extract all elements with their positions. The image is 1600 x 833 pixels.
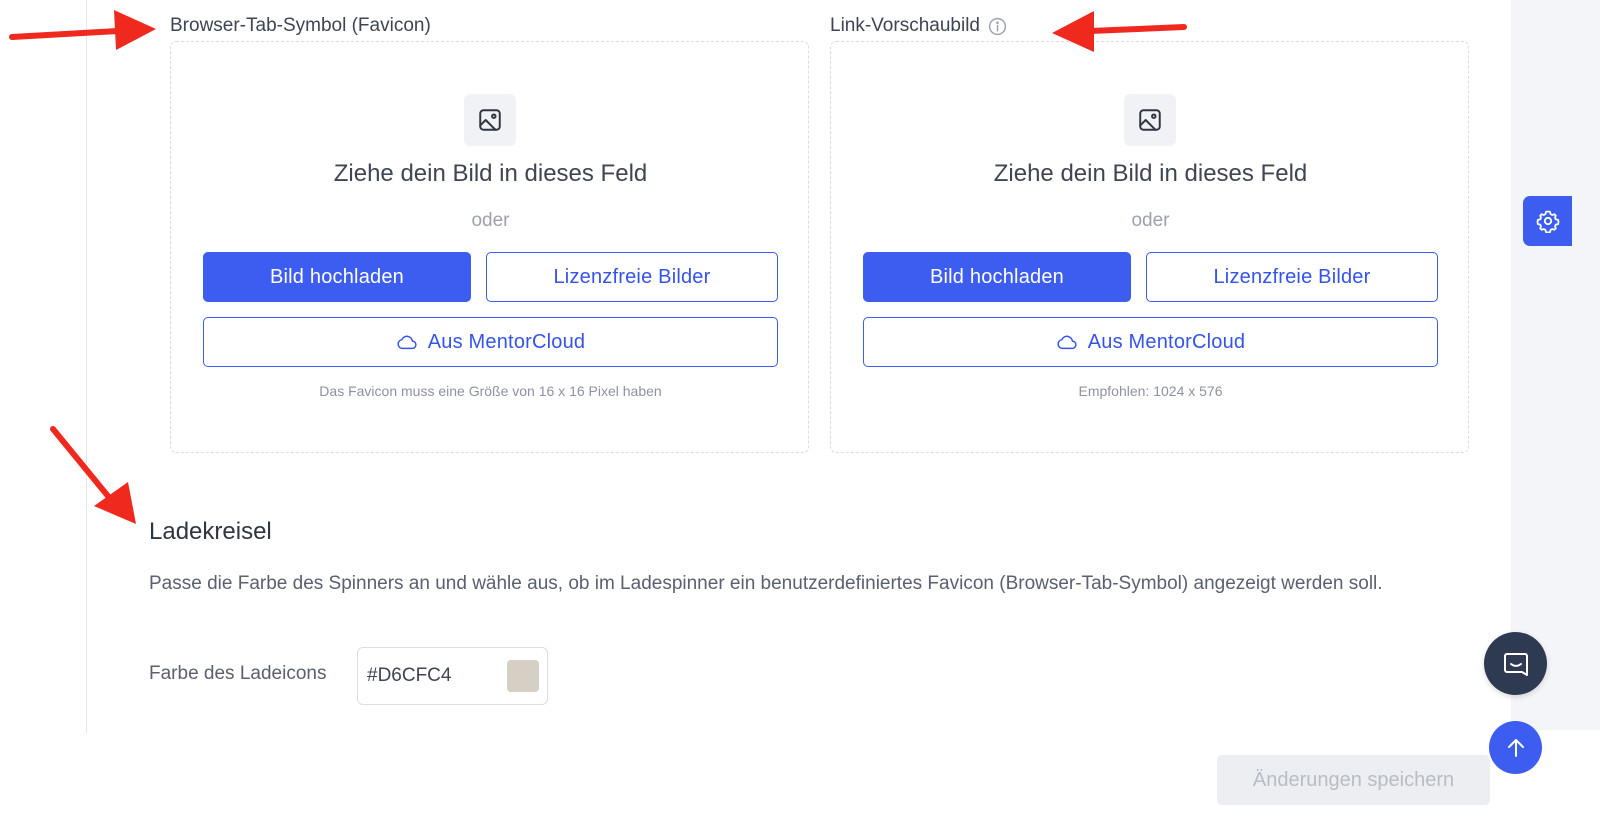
save-changes-button[interactable]: Änderungen speichern bbox=[1217, 755, 1490, 805]
upload-image-button[interactable]: Bild hochladen bbox=[203, 252, 471, 302]
right-side-panel bbox=[1511, 0, 1600, 730]
spinner-section-title: Ladekreisel bbox=[149, 518, 272, 545]
chat-button[interactable] bbox=[1484, 632, 1547, 695]
image-icon bbox=[1124, 94, 1176, 146]
cloud-icon bbox=[397, 335, 417, 350]
info-icon[interactable] bbox=[988, 17, 1007, 36]
upload-image-button[interactable]: Bild hochladen bbox=[863, 252, 1131, 302]
mentorcloud-label: Aus MentorCloud bbox=[427, 330, 586, 353]
color-swatch[interactable] bbox=[507, 660, 539, 692]
favicon-label-text: Browser-Tab-Symbol (Favicon) bbox=[170, 15, 431, 36]
favicon-dropzone[interactable]: Ziehe dein Bild in dieses Feld oder Bild… bbox=[170, 41, 809, 453]
scroll-to-top-button[interactable] bbox=[1489, 721, 1542, 774]
spinner-color-label: Farbe des Ladeicons bbox=[149, 663, 327, 684]
drop-title: Ziehe dein Bild in dieses Feld bbox=[993, 160, 1308, 187]
chat-icon bbox=[1503, 652, 1528, 676]
content-divider bbox=[86, 0, 87, 733]
mentorcloud-label: Aus MentorCloud bbox=[1087, 330, 1246, 353]
drop-title: Ziehe dein Bild in dieses Feld bbox=[333, 160, 648, 187]
size-hint: Empfohlen: 1024 x 576 bbox=[1078, 383, 1223, 399]
favicon-label: Browser-Tab-Symbol (Favicon) bbox=[170, 15, 431, 37]
or-separator: oder bbox=[1131, 210, 1170, 231]
gear-icon bbox=[1536, 210, 1559, 233]
size-hint: Das Favicon muss eine Größe von 16 x 16 … bbox=[319, 383, 662, 399]
annotation-arrow-favicon bbox=[9, 10, 156, 50]
cloud-icon bbox=[1057, 335, 1077, 350]
link-preview-dropzone[interactable]: Ziehe dein Bild in dieses Feld oder Bild… bbox=[830, 41, 1469, 453]
arrow-up-icon bbox=[1507, 738, 1524, 757]
link-preview-label: Link-Vorschaubild bbox=[830, 15, 1007, 37]
link-preview-label-text: Link-Vorschaubild bbox=[830, 15, 980, 36]
stock-images-button[interactable]: Lizenzfreie Bilder bbox=[1146, 252, 1438, 302]
spinner-color-input[interactable]: #D6CFC4 bbox=[357, 647, 548, 705]
mentorcloud-button[interactable]: Aus MentorCloud bbox=[863, 317, 1438, 367]
spinner-section-description: Passe die Farbe des Spinners an und wähl… bbox=[149, 573, 1383, 594]
annotation-arrow-spinner bbox=[50, 426, 136, 524]
mentorcloud-button[interactable]: Aus MentorCloud bbox=[203, 317, 778, 367]
stock-images-button[interactable]: Lizenzfreie Bilder bbox=[486, 252, 778, 302]
image-icon bbox=[464, 94, 516, 146]
spinner-color-value[interactable]: #D6CFC4 bbox=[367, 665, 507, 687]
or-separator: oder bbox=[471, 210, 510, 231]
settings-tab[interactable] bbox=[1523, 196, 1572, 246]
